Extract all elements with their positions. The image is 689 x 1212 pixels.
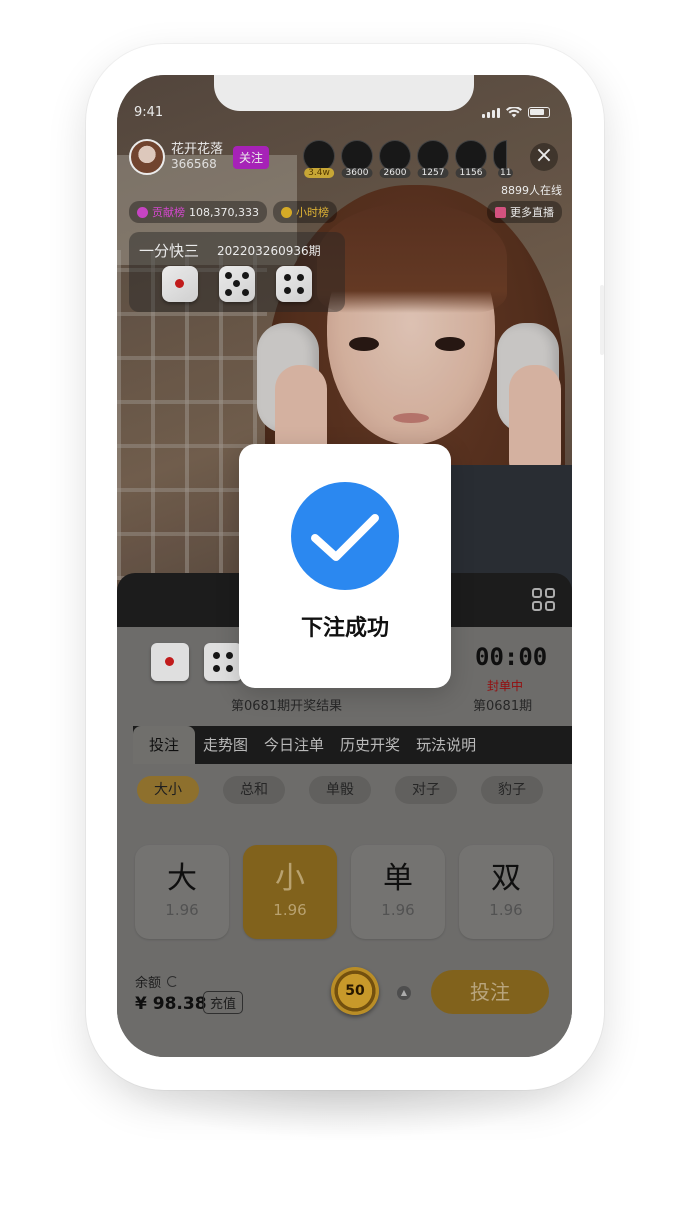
success-message: 下注成功 [300,616,389,641]
check-icon [291,482,399,590]
success-dialog: 下注成功 [239,444,451,688]
phone-side-button [600,285,604,355]
app-screen: 9:41 花开花落 366568 关注 3.4w 3600 2600 1257 … [117,75,572,1057]
